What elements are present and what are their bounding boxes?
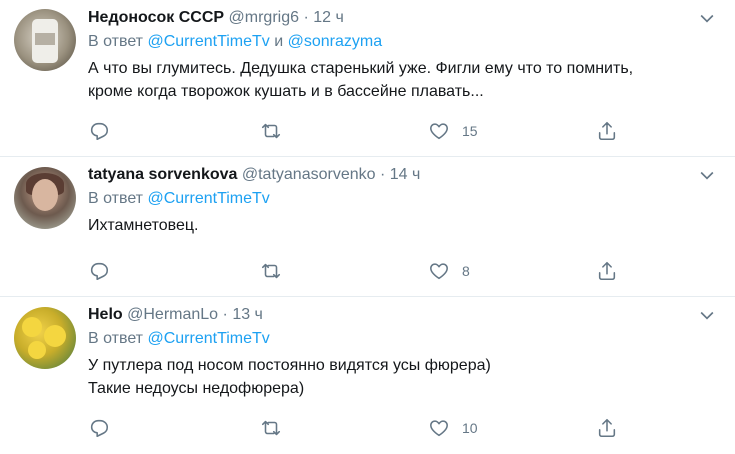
timestamp[interactable]: 14 ч xyxy=(390,166,421,183)
tweet-text-line: кроме когда творожок кушать и в бассейне… xyxy=(88,83,484,100)
tweet-text-line: Такие недоусы недофюрера) xyxy=(88,380,305,397)
share-button[interactable] xyxy=(596,120,618,142)
reply-button[interactable] xyxy=(88,417,110,439)
separator-dot: · xyxy=(303,9,309,26)
tweet[interactable]: Недоносок СССР @mrgrig6 · 12 ч В ответ @… xyxy=(0,0,735,157)
share-icon xyxy=(598,418,616,438)
reply-icon xyxy=(90,122,109,141)
reply-prefix: В ответ xyxy=(88,190,144,207)
like-button[interactable]: 8 xyxy=(428,260,470,282)
tweet-text-line: А что вы глумитесь. Дедушка старенький у… xyxy=(88,60,634,77)
reply-feed: Недоносок СССР @mrgrig6 · 12 ч В ответ @… xyxy=(0,0,735,454)
chevron-down-icon[interactable] xyxy=(697,8,717,28)
like-icon xyxy=(430,263,448,280)
tweet[interactable]: Helo @HermanLo · 13 ч В ответ @CurrentTi… xyxy=(0,297,735,454)
reply-button[interactable] xyxy=(88,120,110,142)
like-count: 15 xyxy=(462,123,478,139)
share-button[interactable] xyxy=(596,417,618,439)
reply-context: В ответ @CurrentTimeTv xyxy=(88,187,717,211)
tweet-header: Недоносок СССР @mrgrig6 · 12 ч xyxy=(88,6,717,30)
tweet[interactable]: tatyana sorvenkova @tatyanasorvenko · 14… xyxy=(0,157,735,297)
reply-to-link[interactable]: @CurrentTimeTv xyxy=(147,190,269,207)
timestamp[interactable]: 12 ч xyxy=(313,9,344,26)
timestamp[interactable]: 13 ч xyxy=(232,306,263,323)
separator-dot: · xyxy=(222,306,228,323)
retweet-icon xyxy=(261,123,281,139)
user-name[interactable]: Недоносок СССР xyxy=(88,9,224,26)
avatar-image xyxy=(32,19,58,63)
tweet-actions: 8 xyxy=(88,260,717,282)
chevron-down-icon[interactable] xyxy=(697,165,717,185)
share-icon xyxy=(598,261,616,281)
like-count: 10 xyxy=(462,420,478,436)
reply-context: В ответ @CurrentTimeTv и @sonrazyma xyxy=(88,30,717,54)
like-button[interactable]: 10 xyxy=(428,417,478,439)
reply-to-link[interactable]: @CurrentTimeTv xyxy=(147,330,269,347)
share-button[interactable] xyxy=(596,260,618,282)
reply-context: В ответ @CurrentTimeTv xyxy=(88,327,717,351)
tweet-text-line: У путлера под носом постоянно видятся ус… xyxy=(88,357,491,374)
reply-prefix: В ответ xyxy=(88,330,144,347)
user-handle[interactable]: @mrgrig6 xyxy=(229,9,299,26)
reply-to-link[interactable]: @CurrentTimeTv xyxy=(147,33,269,50)
share-icon xyxy=(598,121,616,141)
tweet-text: А что вы глумитесь. Дедушка старенький у… xyxy=(88,57,717,103)
user-name[interactable]: tatyana sorvenkova xyxy=(88,166,237,183)
tweet-actions: 10 xyxy=(88,417,717,439)
avatar[interactable] xyxy=(14,9,76,71)
tweet-actions: 15 xyxy=(88,120,717,142)
reply-icon xyxy=(90,419,109,438)
user-name[interactable]: Helo xyxy=(88,306,123,323)
chevron-down-icon[interactable] xyxy=(697,305,717,325)
user-handle[interactable]: @HermanLo xyxy=(127,306,218,323)
retweet-button[interactable] xyxy=(260,260,282,282)
reply-prefix: В ответ xyxy=(88,33,144,50)
avatar-image xyxy=(32,179,58,211)
like-icon xyxy=(430,420,448,437)
tweet-text: У путлера под носом постоянно видятся ус… xyxy=(88,354,717,400)
user-handle[interactable]: @tatyanasorvenko xyxy=(242,166,376,183)
reply-button[interactable] xyxy=(88,260,110,282)
retweet-icon xyxy=(261,420,281,436)
avatar-image xyxy=(28,341,46,359)
separator-dot: · xyxy=(379,166,386,183)
avatar[interactable] xyxy=(14,307,76,369)
tweet-text-line: Ихтамнетовец. xyxy=(88,217,199,234)
tweet-text: Ихтамнетовец. xyxy=(88,214,717,237)
retweet-icon xyxy=(261,263,281,279)
reply-conjunction: и xyxy=(274,33,284,50)
avatar-image xyxy=(22,317,42,337)
retweet-button[interactable] xyxy=(260,120,282,142)
tweet-header: Helo @HermanLo · 13 ч xyxy=(88,303,717,327)
avatar[interactable] xyxy=(14,167,76,229)
tweet-header: tatyana sorvenkova @tatyanasorvenko · 14… xyxy=(88,163,717,187)
avatar-image xyxy=(44,325,66,347)
like-button[interactable]: 15 xyxy=(428,120,478,142)
reply-to-link[interactable]: @sonrazyma xyxy=(288,33,383,50)
like-icon xyxy=(430,123,448,140)
like-count: 8 xyxy=(462,263,470,279)
retweet-button[interactable] xyxy=(260,417,282,439)
reply-icon xyxy=(90,262,109,281)
